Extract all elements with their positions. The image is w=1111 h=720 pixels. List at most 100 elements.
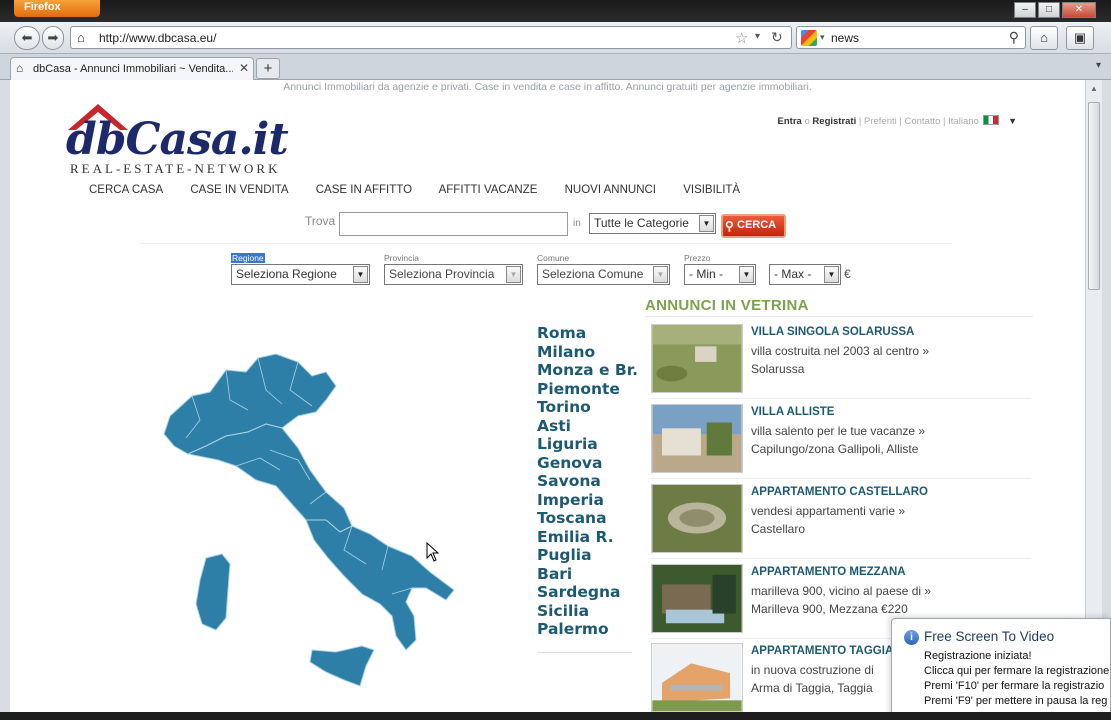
firefox-menu-button[interactable]: Firefox	[14, 0, 100, 17]
listing-desc-text[interactable]: vendesi appartamenti varie »	[751, 504, 905, 518]
italian-flag-icon[interactable]	[983, 115, 1000, 125]
map-region-south	[305, 519, 455, 651]
chevron-down-icon[interactable]: ▼	[699, 215, 714, 232]
region-list: Roma Milano Monza e Br. Piemonte Torino …	[537, 324, 638, 639]
provincia-select[interactable]: Seleziona Provincia ▼	[384, 264, 523, 285]
chevron-down-icon[interactable]: ▼	[506, 266, 521, 283]
listing-photo[interactable]	[651, 564, 743, 633]
logo-subtitle: REAL-ESTATE-NETWORK	[70, 161, 281, 176]
login-link[interactable]: Entra	[778, 116, 802, 127]
listing-desc-text[interactable]: marilleva 900, vicino al paese di »	[751, 584, 931, 598]
region-link-torino[interactable]: Torino	[537, 398, 637, 417]
region-link-milano[interactable]: Milano	[537, 343, 637, 362]
listing-item[interactable]: VILLA SINGOLA SOLARUSSA villa costruita …	[651, 324, 1031, 396]
listing-title[interactable]: APPARTAMENTO MEZZANA	[751, 566, 906, 578]
listing-photo[interactable]	[651, 404, 743, 473]
google-engine-icon[interactable]	[801, 30, 817, 46]
engine-dropdown-icon[interactable]: ▾	[820, 32, 825, 43]
region-link-toscana[interactable]: Toscana	[537, 509, 637, 528]
nav-nuovi-annunci[interactable]: NUOVI ANNUNCI	[565, 184, 656, 196]
address-bar[interactable]: ⌂ http://www.dbcasa.eu/ ☆ ▾ ↻	[70, 26, 792, 49]
forward-button[interactable]: ➡	[42, 26, 64, 50]
min-price-select[interactable]: - Min - ▼	[684, 264, 756, 285]
tab-dbcasa[interactable]: ⌂ dbCasa - Annunci Immobiliari ~ Vendita…	[10, 57, 254, 80]
region-link-roma[interactable]: Roma	[537, 324, 637, 343]
region-link-sicilia[interactable]: Sicilia	[537, 602, 637, 621]
region-link-emilia[interactable]: Emilia R.	[537, 528, 637, 547]
chevron-down-icon[interactable]: ▼	[653, 266, 668, 283]
search-bar[interactable]: ▾ news ⚲	[796, 26, 1026, 49]
favorites-link[interactable]: Preferiti	[864, 116, 897, 127]
listing-photo[interactable]	[651, 484, 743, 553]
chevron-down-icon[interactable]: ▼	[824, 266, 839, 283]
minimize-button[interactable]: –	[1014, 2, 1036, 18]
chevron-down-icon[interactable]: ▼	[739, 266, 754, 283]
listing-desc-text[interactable]: in nuova costruzione di	[751, 663, 874, 677]
listing-title[interactable]: VILLA ALLISTE	[751, 406, 834, 418]
region-link-liguria[interactable]: Liguria	[537, 435, 637, 454]
region-link-savona[interactable]: Savona	[537, 472, 637, 491]
site-logo[interactable]: dbCasa.it REAL-ESTATE-NETWORK	[66, 100, 326, 180]
scroll-up-icon[interactable]: ▲	[1088, 84, 1100, 96]
site-tagline: Annunci Immobiliari da agenzie e privati…	[283, 81, 812, 93]
listing-desc-text[interactable]: villa costruita nel 2003 al centro »	[751, 344, 929, 358]
tab-list-icon[interactable]: ▾	[1096, 60, 1101, 71]
region-link-palermo[interactable]: Palermo	[537, 620, 637, 639]
nav-visibilita[interactable]: VISIBILITÀ	[683, 184, 740, 196]
region-link-genova[interactable]: Genova	[537, 454, 637, 473]
window-bottom-border	[0, 712, 1111, 720]
search-icon[interactable]: ⚲	[1009, 29, 1019, 46]
region-link-imperia[interactable]: Imperia	[537, 491, 637, 510]
comune-select[interactable]: Seleziona Comune ▼	[537, 264, 670, 285]
home-button[interactable]: ⌂	[1030, 26, 1058, 50]
notification-line: Premi 'F10' per fermare la registrazio	[924, 680, 1105, 692]
new-tab-button[interactable]: +	[256, 58, 280, 79]
register-link[interactable]: Registrati	[812, 116, 856, 127]
italy-map[interactable]	[130, 350, 460, 695]
region-link-bari[interactable]: Bari	[537, 565, 637, 584]
maximize-button[interactable]: □	[1038, 2, 1060, 18]
addons-button[interactable]: ▣	[1066, 26, 1094, 50]
nav-case-in-affitto[interactable]: CASE IN AFFITTO	[316, 184, 412, 196]
cerca-button[interactable]: ⚲ CERCA	[721, 214, 786, 238]
region-link-puglia[interactable]: Puglia	[537, 546, 637, 565]
region-link-sardegna[interactable]: Sardegna	[537, 583, 637, 602]
listing-title[interactable]: APPARTAMENTO CASTELLARO	[751, 486, 928, 498]
scroll-thumb[interactable]	[1088, 102, 1100, 290]
listing-item[interactable]: APPARTAMENTO CASTELLARO vendesi appartam…	[651, 484, 1031, 556]
language-dropdown-icon[interactable]: ▼	[1008, 116, 1017, 126]
nav-affitti-vacanze[interactable]: AFFITTI VACANZE	[439, 184, 538, 196]
region-link-asti[interactable]: Asti	[537, 417, 637, 436]
listing-desc-text[interactable]: villa salento per le tue vacanze »	[751, 424, 925, 438]
nav-cerca-casa[interactable]: CERCA CASA	[89, 184, 163, 196]
back-button[interactable]: ⬅	[14, 26, 40, 50]
search-input[interactable]	[339, 212, 568, 236]
chevron-down-icon[interactable]: ▼	[353, 266, 368, 283]
region-link-piemonte[interactable]: Piemonte	[537, 380, 637, 399]
region-link-monza[interactable]: Monza e Br.	[537, 361, 638, 380]
divider	[651, 398, 1031, 399]
nav-case-in-vendita[interactable]: CASE IN VENDITA	[190, 184, 288, 196]
contact-link[interactable]: Contatto	[904, 116, 940, 127]
listing-item[interactable]: VILLA ALLISTE villa salento per le tue v…	[651, 404, 1031, 476]
url-history-dropdown-icon[interactable]: ▾	[755, 31, 760, 42]
close-window-button[interactable]: ✕	[1062, 2, 1096, 18]
site-home-icon: ⌂	[77, 30, 85, 45]
prezzo-label: Prezzo	[684, 253, 711, 263]
listing-place: Arma di Taggia, Taggia	[751, 681, 873, 695]
listing-photo[interactable]	[651, 324, 743, 393]
notification-line[interactable]: Clicca qui per fermare la registrazione	[924, 665, 1109, 677]
regione-select[interactable]: Seleziona Regione ▼	[231, 264, 370, 285]
cerca-button-label: CERCA	[737, 219, 777, 231]
reload-icon[interactable]: ↻	[771, 29, 783, 46]
category-select[interactable]: Tutte le Categorie ▼	[589, 213, 716, 234]
listing-photo[interactable]	[651, 643, 743, 712]
max-price-select[interactable]: - Max - ▼	[769, 264, 841, 285]
listing-title[interactable]: APPARTAMENTO TAGGIA	[751, 645, 893, 657]
recording-notification[interactable]: i Free Screen To Video Registrazione ini…	[891, 618, 1111, 720]
listing-title[interactable]: VILLA SINGOLA SOLARUSSA	[751, 326, 914, 338]
search-icon: ⚲	[725, 219, 734, 233]
bookmark-star-icon[interactable]: ☆	[735, 29, 748, 47]
tab-close-icon[interactable]: ✕	[239, 61, 249, 75]
language-link[interactable]: Italiano	[948, 116, 979, 127]
